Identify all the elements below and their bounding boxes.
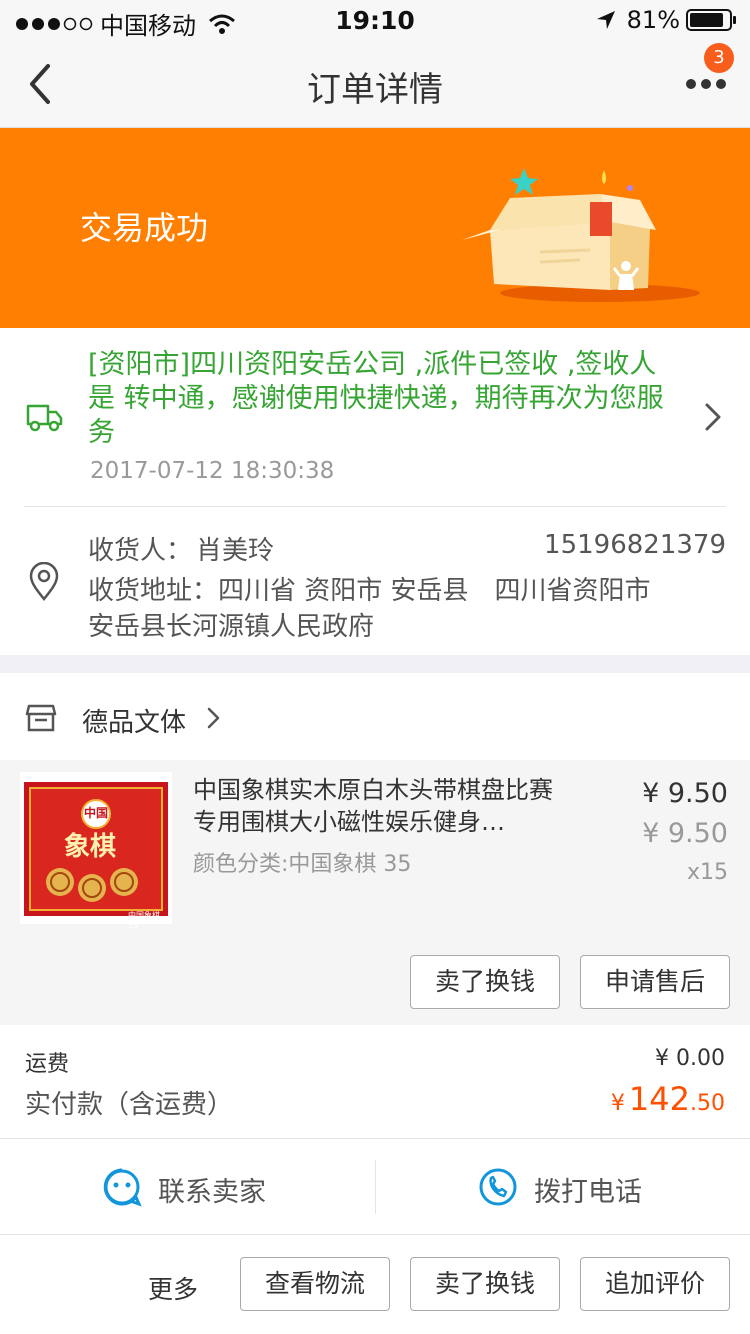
paid-label: 实付款（含运费） <box>25 1090 234 1120</box>
address-line-2: 安岳县长河源镇人民政府 <box>88 612 375 642</box>
address-line-1: 收货地址：四川省 资阳市 安岳县 四川省资阳市 <box>88 570 651 607</box>
status-bar-right: 81% <box>595 6 738 34</box>
notification-badge: 3 <box>704 43 734 73</box>
logistics-message[interactable]: [资阳市]四川资阳安岳公司 ,派件已签收 ,签收人是 转中通，感谢使用快捷快递，… <box>88 348 678 450</box>
page-title: 订单详情 <box>307 70 443 110</box>
product-original-price: ¥ 9.50 <box>642 818 728 849</box>
paid-decimal: .50 <box>690 1091 725 1116</box>
contact-seller-label: 联系卖家 <box>158 1177 266 1208</box>
divider <box>24 506 726 507</box>
store-chevron-right-icon[interactable] <box>206 706 222 730</box>
call-phone-label: 拨打电话 <box>534 1177 642 1208</box>
order-status-text: 交易成功 <box>80 209 209 247</box>
battery-icon <box>686 9 736 31</box>
location-arrow-icon <box>596 11 615 29</box>
apply-after-sales-button[interactable]: 申请售后 <box>580 955 730 1009</box>
receiver-phone: 15196821379 <box>544 530 726 560</box>
paid-currency: ¥ <box>610 1091 625 1116</box>
contact-seller-button[interactable]: 联系卖家 <box>0 1139 375 1235</box>
store-name[interactable]: 德品文体 <box>82 702 186 739</box>
receiver-label: 收货人： <box>88 536 193 566</box>
product-image-top-text: 中国 <box>84 806 109 820</box>
receiver-row: 收货人： 肖美玲 <box>88 530 274 567</box>
product-quantity: x15 <box>686 860 728 885</box>
shipping-label: 运费 <box>25 1052 70 1077</box>
navigation-bar: 订单详情 <box>0 40 750 128</box>
address-label: 收货地址： <box>88 576 219 606</box>
divider <box>0 1234 750 1235</box>
more-actions-link[interactable]: 更多 <box>148 1270 198 1306</box>
phone-icon <box>479 1168 517 1206</box>
product-title[interactable]: 中国象棋实木原白木头带棋盘比赛专用围棋大小磁性娱乐健身… <box>193 774 573 838</box>
product-price: ¥ 9.50 <box>642 778 728 809</box>
section-gap <box>0 655 750 673</box>
order-status-banner: 交易成功 <box>0 128 750 328</box>
product-image[interactable]: 中国 象棋 中国象棋 35 <box>20 772 172 930</box>
chat-bubble-icon <box>103 1168 142 1207</box>
product-image-bottom-text: 中国象棋 35 <box>128 911 160 930</box>
view-logistics-button[interactable]: 查看物流 <box>240 1257 390 1311</box>
address-text-1: 四川省 资阳市 安岳县 四川省资阳市 <box>218 576 651 606</box>
status-bar: 中国移动 19:10 81% <box>0 0 750 40</box>
battery-percent: 81% <box>626 6 680 34</box>
location-pin-icon <box>29 562 59 601</box>
add-review-button[interactable]: 追加评价 <box>580 1257 730 1311</box>
sell-for-cash-button[interactable]: 卖了换钱 <box>410 955 560 1009</box>
sell-for-cash-footer-button[interactable]: 卖了换钱 <box>410 1257 560 1311</box>
receiver-name: 肖美玲 <box>196 536 275 566</box>
package-box-illustration <box>462 168 700 302</box>
paid-amount: ¥142.50 <box>611 1080 725 1118</box>
call-phone-button[interactable]: 拨打电话 <box>376 1139 750 1235</box>
shipping-value: ¥ 0.00 <box>655 1046 725 1071</box>
chevron-right-icon[interactable] <box>704 402 722 432</box>
store-icon <box>25 704 57 732</box>
product-image-main-text: 象棋 <box>64 832 117 862</box>
product-sku: 颜色分类:中国象棋 35 <box>193 852 412 877</box>
more-icon[interactable] <box>686 78 726 90</box>
paid-integer: 142 <box>628 1080 690 1118</box>
logistics-time: 2017-07-12 18:30:38 <box>90 458 335 484</box>
truck-icon <box>26 404 63 432</box>
